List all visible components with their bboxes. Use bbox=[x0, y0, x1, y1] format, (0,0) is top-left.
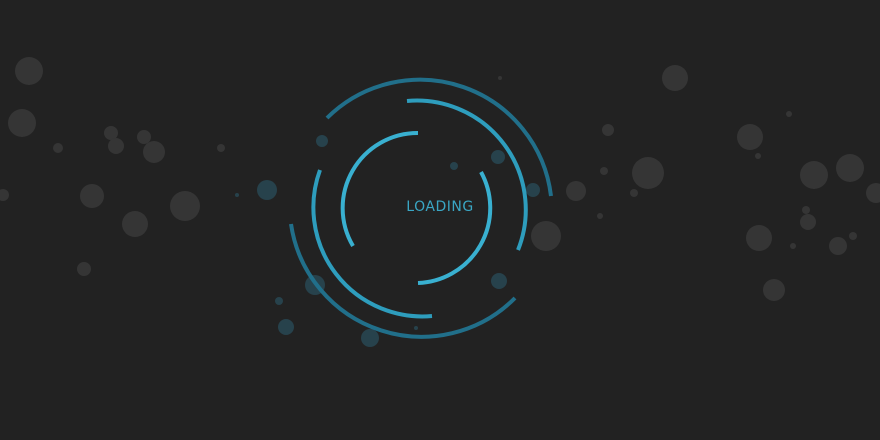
bubble bbox=[600, 167, 608, 175]
bubble bbox=[316, 135, 328, 147]
bubble bbox=[275, 297, 283, 305]
bubble bbox=[77, 262, 91, 276]
bubble bbox=[531, 221, 561, 251]
bubble bbox=[361, 329, 379, 347]
bubble bbox=[746, 225, 772, 251]
bubble bbox=[755, 153, 761, 159]
bubble bbox=[217, 144, 225, 152]
inner-ring-arc-top-left bbox=[340, 130, 419, 248]
inner-ring-arc-bottom-right bbox=[417, 171, 493, 285]
loading-label: LOADING bbox=[406, 199, 474, 215]
bubble-group-right bbox=[498, 65, 880, 301]
bubble bbox=[602, 124, 614, 136]
bubble bbox=[630, 189, 638, 197]
bubble bbox=[800, 214, 816, 230]
bubble bbox=[662, 65, 688, 91]
bubble bbox=[763, 279, 785, 301]
loading-screen: LOADING bbox=[0, 0, 880, 440]
bubble bbox=[450, 162, 458, 170]
middle-ring-arc-left bbox=[311, 169, 433, 319]
bubble bbox=[800, 161, 828, 189]
bubble bbox=[632, 157, 664, 189]
bubble bbox=[235, 193, 239, 197]
bubble bbox=[137, 130, 151, 144]
bubble bbox=[8, 109, 36, 137]
background-bubbles bbox=[0, 57, 880, 347]
bubble-group-left bbox=[0, 57, 225, 276]
bubble bbox=[526, 183, 540, 197]
bubble bbox=[257, 180, 277, 200]
middle-ring-arc-right bbox=[406, 98, 528, 251]
bubble bbox=[491, 273, 507, 289]
bubble bbox=[143, 141, 165, 163]
bubble bbox=[566, 181, 586, 201]
bubble bbox=[737, 124, 763, 150]
outer-ring-arc-top bbox=[325, 77, 553, 197]
bubble bbox=[498, 76, 502, 80]
bubble bbox=[849, 232, 857, 240]
bubble bbox=[278, 319, 294, 335]
bubble bbox=[53, 143, 63, 153]
bubble bbox=[15, 57, 43, 85]
bubble bbox=[829, 237, 847, 255]
bubble bbox=[414, 326, 418, 330]
bubble bbox=[108, 138, 124, 154]
bubble bbox=[104, 126, 118, 140]
bubble bbox=[786, 111, 792, 117]
bubble bbox=[836, 154, 864, 182]
bubble bbox=[491, 150, 505, 164]
bubble bbox=[790, 243, 796, 249]
